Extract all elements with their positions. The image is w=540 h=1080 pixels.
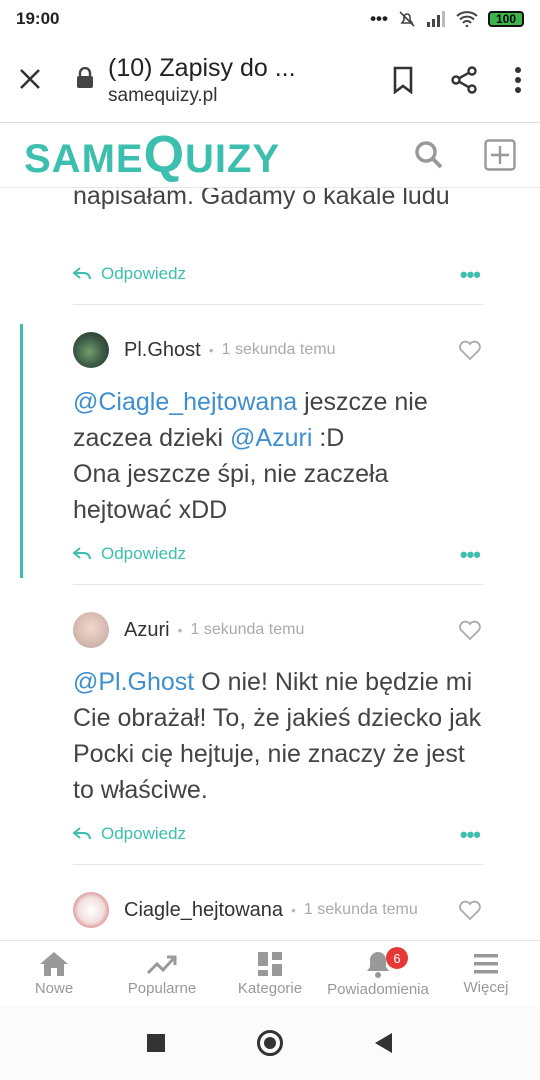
reply-icon (73, 267, 91, 280)
comment-text: @Ciagle_hejtowana jeszcze nie zaczea dzi… (73, 384, 483, 528)
reply-icon (73, 547, 91, 560)
site-header: SAMEQUIZY (0, 122, 540, 188)
logo-text-q: Q (143, 126, 186, 184)
home-icon (40, 951, 68, 976)
site-logo[interactable]: SAMEQUIZY (24, 125, 414, 185)
nav-label: Kategorie (237, 979, 303, 997)
comment-header: Pl.Ghost • 1 sekunda temu (73, 332, 335, 368)
comment-author[interactable]: Pl.Ghost (124, 339, 201, 362)
more-notifications-icon: ••• (370, 9, 388, 28)
comment-time: 1 sekunda temu (303, 901, 418, 918)
comment-more-button[interactable]: ••• (460, 822, 481, 848)
bookmark-icon[interactable] (392, 66, 414, 94)
separator-dot: • (291, 902, 296, 918)
reply-button[interactable]: Odpowiedz (73, 264, 186, 284)
nav-label: Powiadomienia (327, 980, 429, 998)
comment-text-part: :D (312, 424, 345, 452)
divider (73, 304, 483, 305)
avatar[interactable] (73, 612, 109, 648)
overflow-menu-icon[interactable] (514, 67, 522, 93)
comment-time: 1 sekunda temu (221, 341, 336, 358)
share-icon[interactable] (450, 66, 478, 94)
logo-text-right: UIZY (185, 137, 281, 181)
reply-label: Odpowiedz (101, 824, 187, 843)
separator-dot: • (177, 622, 183, 638)
separator-dot: • (208, 342, 214, 358)
comment-author[interactable]: Ciagle_hejtowana (124, 899, 283, 922)
like-icon[interactable] (458, 620, 482, 640)
comment-text-part: Ona jeszcze śpi, nie zaczeła hejtować xD… (73, 460, 389, 524)
comment-time: 1 sekunda temu (190, 621, 305, 638)
close-tab-button[interactable] (18, 62, 58, 99)
avatar[interactable] (73, 892, 109, 928)
grid-icon (258, 951, 282, 976)
avatar[interactable] (73, 332, 109, 368)
system-navigation (0, 1006, 540, 1080)
battery-indicator: 100 (487, 11, 524, 27)
status-icons: ••• 100 (370, 9, 524, 29)
lock-icon (76, 66, 100, 94)
mention-link[interactable]: @Ciagle_hejtowana (73, 388, 297, 416)
mute-icon (399, 11, 415, 27)
menu-icon (474, 953, 498, 973)
page-domain: samequizy.pl (108, 84, 218, 106)
browser-actions (392, 66, 522, 94)
nav-label: Nowe (34, 979, 74, 997)
close-icon (20, 68, 40, 89)
nav-item-wiecej[interactable]: Więcej (432, 941, 540, 1006)
nav-item-popularne[interactable]: Popularne (108, 941, 216, 1006)
recents-button[interactable] (146, 1033, 166, 1053)
mention-link[interactable]: @Pl.Ghost (73, 668, 194, 696)
header-actions (414, 139, 516, 171)
reply-button[interactable]: Odpowiedz (73, 824, 186, 844)
reply-button[interactable]: Odpowiedz (73, 544, 186, 564)
comment-author[interactable]: Azuri (124, 619, 170, 642)
nav-item-kategorie[interactable]: Kategorie (216, 941, 324, 1006)
back-button[interactable] (374, 1032, 394, 1054)
notification-badge: 6 (386, 947, 408, 969)
trending-icon (146, 955, 177, 974)
status-bar: 19:00 ••• 100 (0, 0, 540, 38)
divider (73, 864, 483, 865)
signal-icon (426, 11, 445, 27)
home-button[interactable] (256, 1029, 284, 1057)
reply-label: Odpowiedz (101, 544, 187, 563)
mention-link[interactable]: @Azuri (230, 424, 312, 452)
nav-label: Więcej (463, 978, 509, 996)
like-icon[interactable] (458, 900, 482, 920)
comment-header: Azuri • 1 sekunda temu (73, 612, 304, 648)
divider (73, 584, 483, 585)
nav-item-powiadomienia[interactable]: 6 Powiadomienia (324, 941, 432, 1006)
reply-label: Odpowiedz (101, 264, 187, 283)
thread-indicator (20, 324, 23, 578)
like-icon[interactable] (458, 340, 482, 360)
add-quiz-icon[interactable] (484, 139, 516, 171)
status-time: 19:00 (16, 9, 60, 28)
reply-icon (73, 827, 91, 840)
comment-text: @Pl.Ghost O nie! Nikt nie będzie mi Cie … (73, 664, 483, 808)
search-icon[interactable] (414, 140, 444, 170)
nav-label: Popularne (127, 979, 197, 997)
comment-more-button[interactable]: ••• (460, 262, 481, 288)
nav-item-nowe[interactable]: Nowe (0, 941, 108, 1006)
url-field[interactable]: (10) Zapisy do ... samequizy.pl (108, 54, 392, 107)
logo-text-left: SAME (24, 137, 144, 181)
comment-more-button[interactable]: ••• (460, 542, 481, 568)
comment-text: napisałam. Gadamy o kakale ludu (73, 188, 450, 210)
bottom-navigation: Nowe Popularne Kategorie 6 Powiadomienia… (0, 940, 540, 1006)
comments-area[interactable]: napisałam. Gadamy o kakale ludu Odpowied… (0, 188, 540, 940)
comment-header: Ciagle_hejtowana • 1 sekunda temu (73, 892, 418, 928)
page-title: (10) Zapisy do ... (108, 53, 296, 82)
browser-toolbar: (10) Zapisy do ... samequizy.pl (0, 38, 540, 122)
wifi-icon (456, 11, 478, 27)
